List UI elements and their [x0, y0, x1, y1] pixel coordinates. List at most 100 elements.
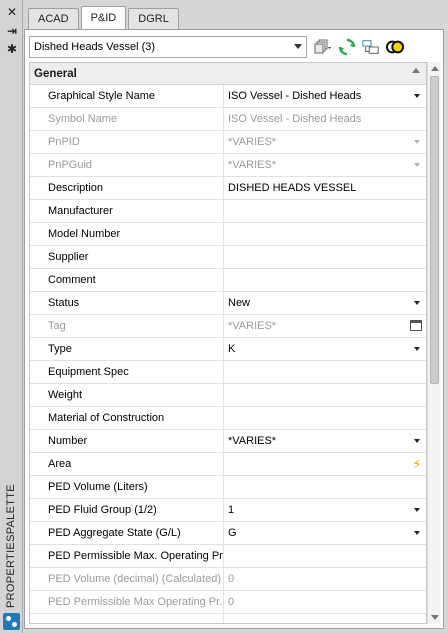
property-row[interactable]: Comment — [30, 269, 426, 292]
tag-dialog-icon[interactable] — [410, 320, 422, 331]
property-name: Number — [30, 430, 224, 452]
property-row[interactable]: Manufacturer — [30, 200, 426, 223]
property-value-text: *VARIES* — [228, 136, 277, 148]
property-name: PED Permissible Max Operating Pr... — [30, 591, 224, 613]
property-row[interactable]: Description DISHED HEADS VESSEL — [30, 177, 426, 200]
property-name: Graphical Style Name — [30, 85, 224, 107]
property-row[interactable]: PED Aggregate State (G/L) G — [30, 522, 426, 545]
chevron-down-icon — [294, 44, 302, 49]
property-row — [30, 614, 426, 623]
property-value[interactable] — [224, 361, 426, 383]
property-row[interactable]: Status New — [30, 292, 426, 315]
property-name: Status — [30, 292, 224, 314]
property-value[interactable]: G — [224, 522, 426, 544]
dropdown-arrow-icon — [414, 163, 420, 167]
property-row: PED Permissible Max Operating Pr... 0 — [30, 591, 426, 614]
property-name: Tag — [30, 315, 224, 337]
property-value[interactable] — [224, 384, 426, 406]
dropdown-arrow-icon — [414, 140, 420, 144]
property-row[interactable]: Supplier — [30, 246, 426, 269]
property-value[interactable]: DISHED HEADS VESSEL — [224, 177, 426, 199]
object-type-selector[interactable]: Dished Heads Vessel (3) — [29, 36, 307, 58]
property-value[interactable]: *VARIES* — [224, 430, 426, 452]
property-row[interactable]: PED Fluid Group (1/2) 1 — [30, 499, 426, 522]
property-name: Area — [30, 453, 224, 475]
property-name: Manufacturer — [30, 200, 224, 222]
property-value[interactable]: 1 — [224, 499, 426, 521]
collapse-icon[interactable] — [412, 68, 420, 73]
settings-icon[interactable]: ✱ — [4, 41, 20, 57]
dropdown-arrow-icon[interactable] — [414, 531, 420, 535]
lightning-icon[interactable]: ⚡ — [412, 456, 422, 473]
tab-dgrl[interactable]: DGRL — [128, 8, 179, 29]
property-value-text: *VARIES* — [228, 435, 277, 447]
property-name: Weight — [30, 384, 224, 406]
property-name: PED Volume (decimal) (Calculated) — [30, 568, 224, 590]
property-name: Description — [30, 177, 224, 199]
tab-p-id[interactable]: P&ID — [80, 6, 127, 29]
property-row[interactable]: Number *VARIES* — [30, 430, 426, 453]
property-row[interactable]: Graphical Style Name ISO Vessel - Dished … — [30, 85, 426, 108]
dropdown-arrow-icon[interactable] — [414, 439, 420, 443]
property-value: 0 — [224, 568, 426, 590]
property-row[interactable]: Type K — [30, 338, 426, 361]
property-name: Symbol Name — [30, 108, 224, 130]
property-grid: General Graphical Style Name ISO Vessel -… — [29, 62, 427, 624]
property-value-text: New — [228, 297, 251, 309]
property-row: PnPID *VARIES* — [30, 131, 426, 154]
property-value: *VARIES* — [224, 315, 426, 337]
property-row[interactable]: PED Permissible Max. Operating Pr... — [30, 545, 426, 568]
property-row: PED Volume (decimal) (Calculated) 0 — [30, 568, 426, 591]
property-value[interactable] — [224, 246, 426, 268]
close-icon[interactable]: ✕ — [4, 4, 20, 20]
scroll-up-icon[interactable] — [431, 66, 439, 71]
property-value[interactable]: ISO Vessel - Dished Heads — [224, 85, 426, 107]
refresh-icon[interactable] — [338, 38, 356, 56]
property-name: Comment — [30, 269, 224, 291]
property-value-text: K — [228, 343, 236, 355]
property-name: Supplier — [30, 246, 224, 268]
scrollbar-thumb[interactable] — [430, 76, 439, 384]
select-objects-icon[interactable] — [362, 38, 380, 56]
quick-select-icon[interactable] — [314, 38, 332, 56]
property-value[interactable] — [224, 545, 426, 567]
property-value-text: 0 — [228, 573, 235, 585]
property-value[interactable] — [224, 269, 426, 291]
tab-bar: ACAD P&ID DGRL — [28, 6, 181, 30]
toggle-pickadd-icon[interactable] — [386, 38, 404, 56]
tab-acad[interactable]: ACAD — [28, 8, 79, 29]
property-row[interactable]: Weight — [30, 384, 426, 407]
property-row[interactable]: Area ⚡ — [30, 453, 426, 476]
property-value[interactable]: ⚡ — [224, 453, 426, 475]
dropdown-arrow-icon[interactable] — [414, 347, 420, 351]
property-value-text: ISO Vessel - Dished Heads — [228, 90, 362, 102]
property-value[interactable] — [224, 200, 426, 222]
property-value[interactable] — [224, 223, 426, 245]
section-general[interactable]: General — [30, 63, 426, 85]
property-name: PnPID — [30, 131, 224, 153]
property-value-text: 0 — [228, 596, 235, 608]
property-row[interactable]: Model Number — [30, 223, 426, 246]
property-value-text: DISHED HEADS VESSEL — [228, 182, 357, 194]
property-name: PED Fluid Group (1/2) — [30, 499, 224, 521]
property-value[interactable] — [224, 476, 426, 498]
section-title: General — [34, 67, 77, 80]
property-value[interactable]: K — [224, 338, 426, 360]
property-value[interactable]: New — [224, 292, 426, 314]
auto-hide-icon[interactable]: ⇥ — [4, 23, 20, 39]
vertical-scrollbar[interactable] — [427, 62, 441, 624]
scroll-down-icon[interactable] — [431, 615, 439, 620]
property-value-text: *VARIES* — [228, 320, 277, 332]
dropdown-arrow-icon[interactable] — [414, 508, 420, 512]
dropdown-arrow-icon[interactable] — [414, 94, 420, 98]
property-row[interactable]: Equipment Spec — [30, 361, 426, 384]
toolbar — [314, 38, 404, 56]
property-value[interactable] — [224, 407, 426, 429]
property-row[interactable]: Material of Construction — [30, 407, 426, 430]
property-name — [30, 614, 224, 623]
properties-panel: Dished Heads Vessel (3) General Graphica… — [24, 29, 444, 629]
dropdown-arrow-icon[interactable] — [414, 301, 420, 305]
property-row[interactable]: PED Volume (Liters) — [30, 476, 426, 499]
object-type-value: Dished Heads Vessel (3) — [34, 41, 156, 53]
property-value-text: *VARIES* — [228, 159, 277, 171]
